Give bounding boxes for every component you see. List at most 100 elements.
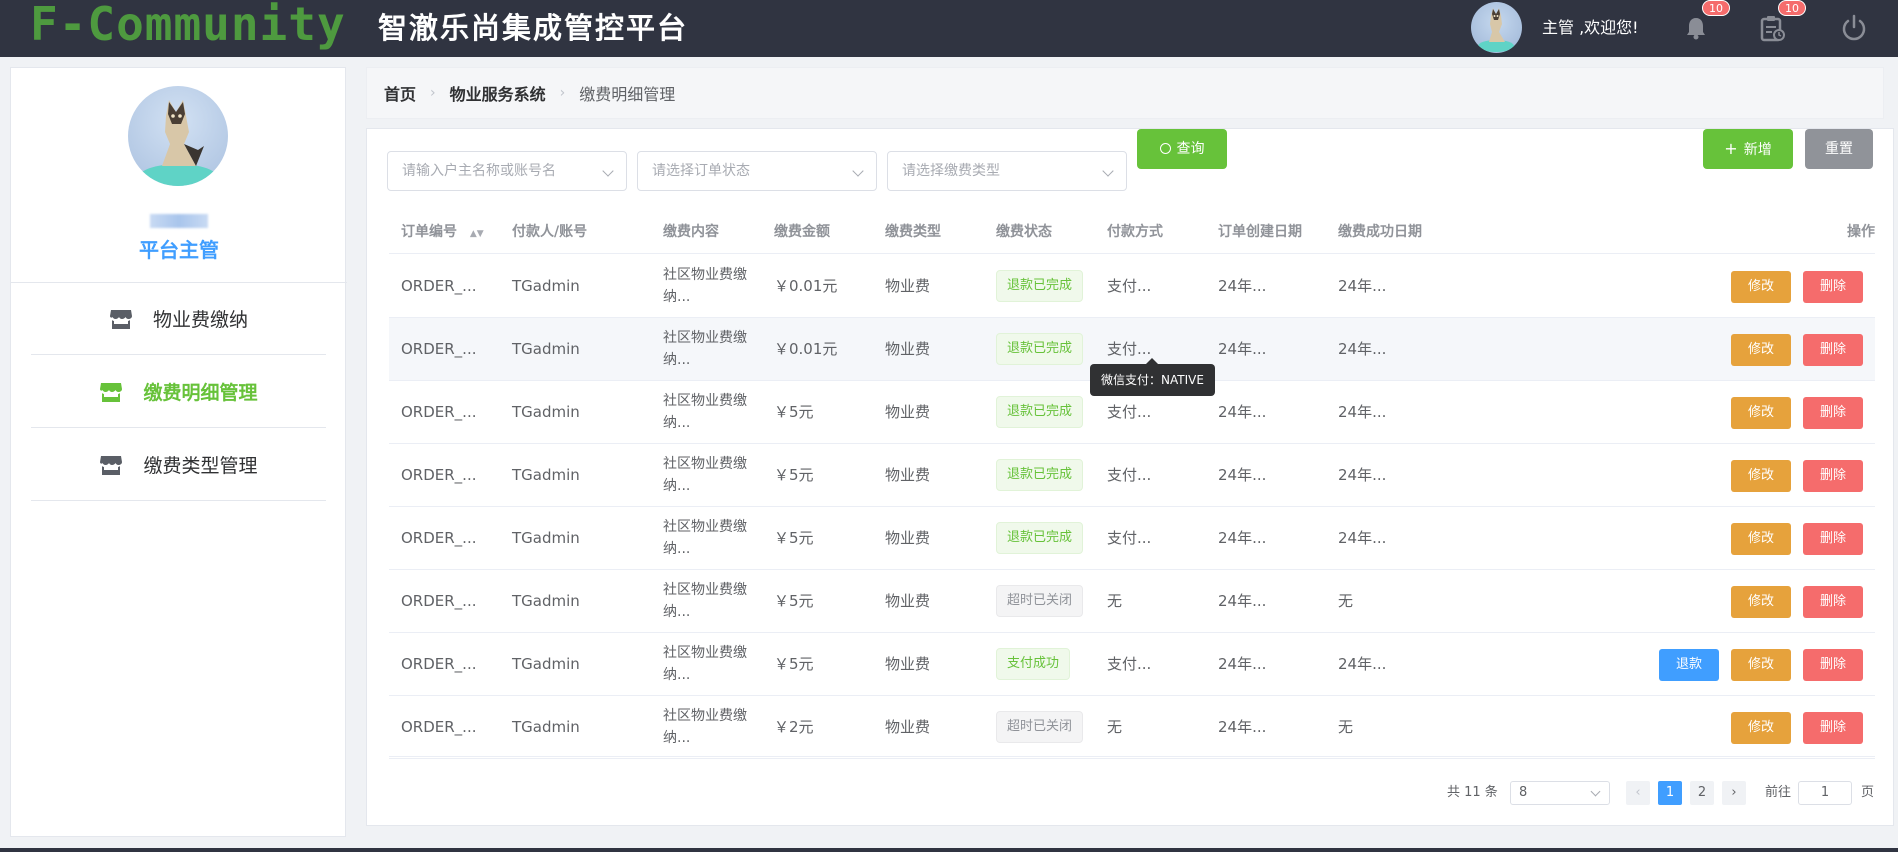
next-page-button[interactable]: › bbox=[1722, 781, 1746, 805]
reset-button[interactable]: 重置 bbox=[1805, 129, 1873, 169]
cell-content-line2: 纳... bbox=[663, 478, 691, 494]
delete-button[interactable]: 删除 bbox=[1803, 460, 1863, 492]
cell-amount: ￥5元 bbox=[774, 403, 814, 421]
power-icon[interactable] bbox=[1838, 12, 1870, 44]
edit-button[interactable]: 修改 bbox=[1731, 649, 1791, 681]
sidebar-item-payment-details[interactable]: 缴费明细管理 bbox=[31, 356, 326, 428]
breadcrumb-home[interactable]: 首页 bbox=[384, 81, 416, 105]
delete-button[interactable]: 删除 bbox=[1803, 649, 1863, 681]
cell-content: 社区物业费缴 纳... bbox=[663, 705, 747, 749]
edit-button[interactable]: 修改 bbox=[1731, 523, 1791, 555]
goto-page-input[interactable]: 1 bbox=[1798, 781, 1852, 805]
page-button-1[interactable]: 1 bbox=[1658, 781, 1682, 805]
breadcrumb-property-service[interactable]: 物业服务系统 bbox=[450, 81, 546, 105]
cell-content: 社区物业费缴 纳... bbox=[663, 453, 747, 497]
cell-created: 24年... bbox=[1218, 466, 1267, 484]
payment-type-select[interactable]: 请选择缴费类型 bbox=[887, 151, 1127, 191]
owner-select[interactable]: 请输入户主名称或账号名 bbox=[387, 151, 627, 191]
cell-paid: 无 bbox=[1338, 718, 1354, 736]
delete-button[interactable]: 删除 bbox=[1803, 523, 1863, 555]
edit-button[interactable]: 修改 bbox=[1731, 334, 1791, 366]
cell-payer: TGadmin bbox=[512, 592, 580, 610]
cell-created: 24年... bbox=[1218, 340, 1267, 358]
delete-button[interactable]: 删除 bbox=[1803, 586, 1863, 618]
table-row: ORDER_... TGadmin 社区物业费缴 纳... ￥5元 物业费 超时已… bbox=[389, 570, 1875, 633]
cell-type: 物业费 bbox=[885, 277, 931, 295]
cell-created: 24年... bbox=[1218, 277, 1267, 295]
cell-order-no: ORDER_... bbox=[401, 466, 477, 484]
main-panel: 请输入户主名称或账号名 请选择订单状态 请选择缴费类型 查询 + 新增 重置 订单… bbox=[366, 128, 1894, 826]
col-content: 缴费内容 bbox=[663, 224, 719, 240]
edit-button[interactable]: 修改 bbox=[1731, 397, 1791, 429]
edit-button[interactable]: 修改 bbox=[1731, 460, 1791, 492]
delete-button[interactable]: 删除 bbox=[1803, 334, 1863, 366]
col-actions: 操作 bbox=[1847, 224, 1875, 240]
edit-button[interactable]: 修改 bbox=[1731, 712, 1791, 744]
sort-icon[interactable]: ▲▼ bbox=[470, 229, 484, 239]
cell-method[interactable]: 支付... bbox=[1107, 255, 1151, 318]
refund-button[interactable]: 退款 bbox=[1659, 649, 1719, 681]
table-row: ORDER_... TGadmin 社区物业费缴 纳... ￥2元 物业费 超时已… bbox=[389, 696, 1875, 759]
status-badge: 超时已关闭 bbox=[996, 711, 1084, 743]
cell-method[interactable]: 支付... bbox=[1107, 507, 1151, 570]
app-title: 智澈乐尚集成管控平台 bbox=[378, 11, 689, 45]
cell-method: 无 bbox=[1107, 718, 1123, 736]
edit-button[interactable]: 修改 bbox=[1731, 271, 1791, 303]
bell-badge: 10 bbox=[1702, 0, 1730, 16]
cell-payer: TGadmin bbox=[512, 466, 580, 484]
cell-order-no: ORDER_... bbox=[401, 340, 477, 358]
status-badge: 退款已完成 bbox=[996, 459, 1084, 491]
cell-paid: 24年... bbox=[1338, 529, 1387, 547]
cell-payer: TGadmin bbox=[512, 403, 580, 421]
cell-content-line1: 社区物业费缴 bbox=[663, 267, 747, 283]
sidebar-username-blurred bbox=[150, 214, 208, 228]
cell-content-line1: 社区物业费缴 bbox=[663, 393, 747, 409]
bell-icon[interactable] bbox=[1680, 12, 1712, 44]
edit-button[interactable]: 修改 bbox=[1731, 586, 1791, 618]
sidebar-item-payment-types[interactable]: 缴费类型管理 bbox=[31, 429, 326, 501]
cell-content-line1: 社区物业费缴 bbox=[663, 708, 747, 724]
delete-button[interactable]: 删除 bbox=[1803, 712, 1863, 744]
cell-payer: TGadmin bbox=[512, 529, 580, 547]
page-size-select[interactable]: 8 bbox=[1510, 781, 1610, 805]
chevron-right-icon: › bbox=[559, 85, 566, 101]
sidebar-item-property-fee-payment[interactable]: 物业费缴纳 bbox=[31, 283, 326, 355]
cell-amount: ￥0.01元 bbox=[774, 340, 838, 358]
add-button[interactable]: + 新增 bbox=[1703, 129, 1793, 169]
table-row: ORDER_... TGadmin 社区物业费缴 纳... ￥5元 物业费 退款已… bbox=[389, 507, 1875, 570]
breadcrumb-current: 缴费明细管理 bbox=[579, 85, 676, 104]
page-size-value: 8 bbox=[1519, 785, 1528, 800]
cell-payer: TGadmin bbox=[512, 277, 580, 295]
payment-type-placeholder: 请选择缴费类型 bbox=[902, 163, 1000, 179]
page-button-2[interactable]: 2 bbox=[1690, 781, 1714, 805]
prev-page-button[interactable]: ‹ bbox=[1626, 781, 1650, 805]
cell-method[interactable]: 支付... bbox=[1107, 444, 1151, 507]
cell-type: 物业费 bbox=[885, 403, 931, 421]
chevron-down-icon bbox=[1590, 786, 1601, 797]
cell-content-line2: 纳... bbox=[663, 730, 691, 746]
cell-content-line2: 纳... bbox=[663, 667, 691, 683]
table-row: ORDER_... TGadmin 社区物业费缴 纳... ￥0.01元 物业费 … bbox=[389, 255, 1875, 318]
col-order-no[interactable]: 订单编号 ▲▼ bbox=[401, 211, 484, 256]
col-amount: 缴费金额 bbox=[774, 224, 830, 240]
cell-created: 24年... bbox=[1218, 529, 1267, 547]
cell-order-no: ORDER_... bbox=[401, 655, 477, 673]
sidebar-item-label: 缴费明细管理 bbox=[143, 382, 258, 404]
cell-content-line1: 社区物业费缴 bbox=[663, 330, 747, 346]
delete-button[interactable]: 删除 bbox=[1803, 271, 1863, 303]
cell-order-no: ORDER_... bbox=[401, 403, 477, 421]
delete-button[interactable]: 删除 bbox=[1803, 397, 1863, 429]
query-button[interactable]: 查询 bbox=[1137, 129, 1227, 169]
sidebar-role: 平台主管 bbox=[139, 238, 219, 262]
app-logo[interactable]: F-Community bbox=[30, 0, 346, 50]
cell-content: 社区物业费缴 纳... bbox=[663, 327, 747, 371]
cell-method: 无 bbox=[1107, 592, 1123, 610]
order-status-select[interactable]: 请选择订单状态 bbox=[637, 151, 877, 191]
sidebar: 平台主管 物业费缴纳 缴费明细管理 缴费类型管理 bbox=[10, 67, 347, 837]
todo-icon[interactable] bbox=[1756, 12, 1788, 44]
user-avatar[interactable] bbox=[1471, 2, 1522, 53]
cell-method[interactable]: 支付... bbox=[1107, 633, 1151, 696]
plus-icon: + bbox=[1724, 139, 1738, 158]
cell-paid: 24年... bbox=[1338, 403, 1387, 421]
shop-icon bbox=[100, 455, 123, 475]
